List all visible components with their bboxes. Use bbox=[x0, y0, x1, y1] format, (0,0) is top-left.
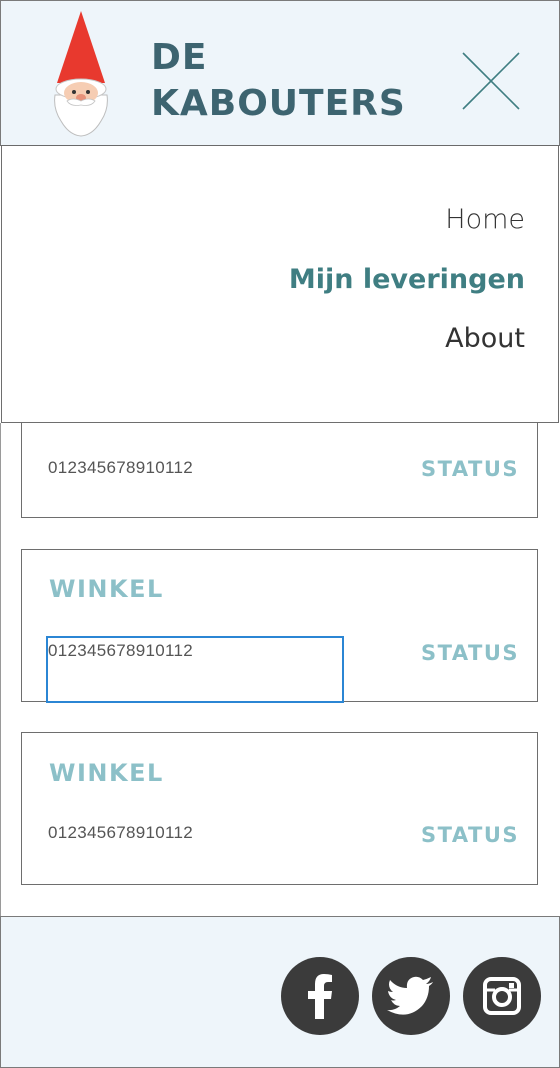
delivery-status: STATUS bbox=[421, 641, 519, 665]
delivery-shop: WINKEL bbox=[49, 575, 164, 603]
delivery-number: 012345678910112 bbox=[48, 641, 194, 660]
delivery-status: STATUS bbox=[421, 823, 519, 847]
delivery-status: STATUS bbox=[421, 457, 519, 481]
menu-item-home[interactable]: Home bbox=[445, 204, 525, 235]
delivery-number: 012345678910112 bbox=[48, 823, 194, 842]
nav-menu: Home Mijn leveringen About bbox=[1, 146, 559, 423]
instagram-icon[interactable] bbox=[463, 957, 541, 1035]
menu-item-about[interactable]: About bbox=[445, 323, 525, 354]
menu-item-mijn-leveringen[interactable]: Mijn leveringen bbox=[289, 264, 525, 295]
app-footer bbox=[0, 916, 560, 1068]
app-header: DE KABOUTERS bbox=[0, 0, 560, 146]
facebook-icon[interactable] bbox=[281, 957, 359, 1035]
gnome-icon bbox=[54, 11, 108, 137]
delivery-shop: WINKEL bbox=[49, 759, 164, 787]
brand-line-2: KABOUTERS bbox=[151, 83, 406, 124]
delivery-card[interactable]: WINKEL 012345678910112 STATUS bbox=[21, 549, 538, 702]
twitter-icon[interactable] bbox=[372, 957, 450, 1035]
delivery-number: 012345678910112 bbox=[48, 458, 194, 477]
page-border-left bbox=[0, 423, 1, 917]
delivery-card[interactable]: WINKEL 012345678910112 STATUS bbox=[21, 732, 538, 885]
brand-line-1: DE bbox=[151, 37, 208, 78]
close-icon[interactable] bbox=[461, 51, 521, 111]
brand-title: DE KABOUTERS bbox=[151, 35, 406, 127]
